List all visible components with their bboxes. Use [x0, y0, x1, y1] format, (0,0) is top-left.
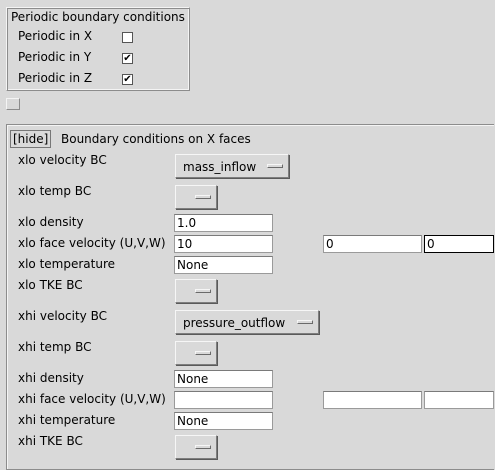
- periodic-z-label: Periodic in Z: [18, 71, 93, 85]
- xhi-face-velocity-u-input[interactable]: [174, 391, 273, 409]
- xlo-tke-bc-label: xlo TKE BC: [18, 278, 83, 292]
- check-mark-icon: ✔: [123, 53, 132, 64]
- periodic-x-checkbox[interactable]: [122, 32, 133, 43]
- xhi-temp-bc-label: xhi temp BC: [18, 340, 92, 354]
- option-menu-indicator-icon: [195, 289, 211, 293]
- hide-toggle-button[interactable]: [hide]: [10, 130, 52, 148]
- xhi-temperature-input[interactable]: [174, 412, 273, 430]
- xlo-velocity-bc-value: mass_inflow: [183, 160, 257, 174]
- option-menu-indicator-icon: [267, 164, 283, 168]
- xhi-velocity-bc-value: pressure_outflow: [183, 316, 286, 330]
- option-menu-indicator-icon: [195, 445, 211, 449]
- periodic-z-checkbox[interactable]: ✔: [122, 74, 133, 85]
- xhi-density-input[interactable]: [174, 370, 273, 388]
- xlo-temperature-input[interactable]: [174, 256, 273, 274]
- xhi-velocity-bc-menu[interactable]: pressure_outflow: [175, 310, 319, 334]
- xlo-temperature-label: xlo temperature: [18, 257, 116, 271]
- xhi-temp-bc-menu[interactable]: [175, 341, 217, 365]
- xlo-face-velocity-v-input[interactable]: [323, 235, 422, 253]
- xlo-face-velocity-w-input[interactable]: [424, 235, 494, 253]
- xlo-velocity-bc-menu[interactable]: mass_inflow: [175, 154, 289, 178]
- periodic-bc-title: Periodic boundary conditions: [11, 10, 185, 24]
- xlo-face-velocity-label: xlo face velocity (U,V,W): [18, 236, 166, 250]
- xlo-tke-bc-menu[interactable]: [175, 279, 217, 303]
- xhi-tke-bc-label: xhi TKE BC: [18, 434, 83, 448]
- periodic-y-checkbox[interactable]: ✔: [122, 53, 133, 64]
- xlo-temp-bc-label: xlo temp BC: [18, 184, 92, 198]
- xhi-tke-bc-menu[interactable]: [175, 435, 217, 459]
- xlo-density-input[interactable]: [174, 214, 273, 232]
- xhi-face-velocity-w-input[interactable]: [424, 391, 494, 409]
- option-menu-indicator-icon: [297, 320, 313, 324]
- xlo-face-velocity-u-input[interactable]: [174, 235, 273, 253]
- periodic-x-label: Periodic in X: [18, 29, 93, 43]
- xlo-density-label: xlo density: [18, 215, 84, 229]
- xlo-velocity-bc-label: xlo velocity BC: [18, 153, 107, 167]
- xhi-velocity-bc-label: xhi velocity BC: [18, 309, 107, 323]
- xhi-face-velocity-label: xhi face velocity (U,V,W): [18, 392, 166, 406]
- xhi-temperature-label: xhi temperature: [18, 413, 116, 427]
- x-faces-title: Boundary conditions on X faces: [61, 132, 251, 146]
- separator-bar: [6, 98, 20, 110]
- option-menu-indicator-icon: [195, 351, 211, 355]
- option-menu-indicator-icon: [195, 195, 211, 199]
- xhi-face-velocity-v-input[interactable]: [323, 391, 422, 409]
- periodic-y-label: Periodic in Y: [18, 50, 92, 64]
- check-mark-icon: ✔: [123, 74, 132, 85]
- xhi-density-label: xhi density: [18, 371, 84, 385]
- xlo-temp-bc-menu[interactable]: [175, 185, 217, 209]
